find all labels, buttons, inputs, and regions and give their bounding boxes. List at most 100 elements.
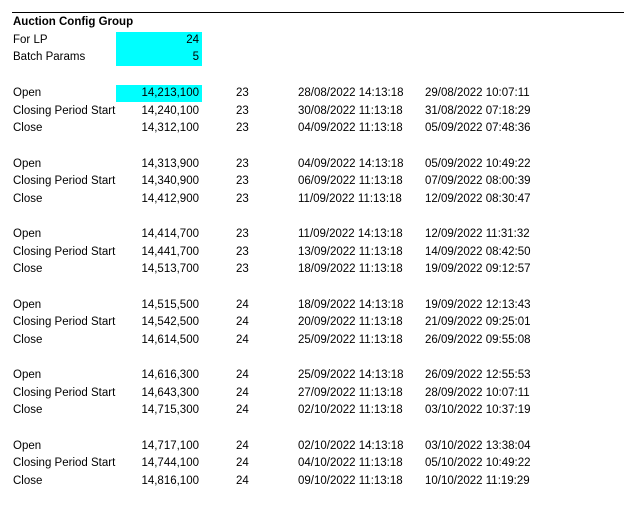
param-label-for-lp: For LP [13,34,48,46]
row-label-cell[interactable]: Open [13,438,41,455]
row-start-time-cell[interactable]: 09/10/2022 11:13:18 [298,473,403,490]
row-count-cell[interactable]: 24 [236,402,249,419]
row-label-cell[interactable]: Closing Period Start [13,244,115,261]
param-cell-batch-params[interactable]: 5 [116,49,202,66]
row-label-cell[interactable]: Close [13,402,42,419]
row-start-time-cell[interactable]: 25/09/2022 14:13:18 [298,367,404,384]
row-start-time-cell[interactable]: 02/10/2022 11:13:18 [298,402,403,419]
table-row: Open 14,717,100 24 02/10/2022 14:13:18 03/10… [0,438,640,455]
row-count-cell[interactable]: 24 [236,473,249,490]
row-count-cell[interactable]: 23 [236,226,249,243]
row-count-cell[interactable]: 24 [236,314,249,331]
row-label-cell[interactable]: Open [13,297,41,314]
row-label-cell[interactable]: Close [13,473,42,490]
row-start-time-cell[interactable]: 25/09/2022 11:13:18 [298,332,403,349]
row-count-cell[interactable]: 23 [236,103,249,120]
row-count-cell[interactable]: 23 [236,173,249,190]
row-label-cell[interactable]: Open [13,226,41,243]
row-end-time-cell[interactable]: 12/09/2022 08:30:47 [425,191,531,208]
row-value-cell[interactable]: 14,312,100 [116,120,202,137]
row-value-cell[interactable]: 14,744,100 [116,455,202,472]
row-label-cell[interactable]: Open [13,367,41,384]
row-end-time-cell[interactable]: 05/09/2022 07:48:36 [425,120,531,137]
table-row: Closing Period Start 14,441,700 23 13/09/20… [0,244,640,261]
row-label-cell[interactable]: Closing Period Start [13,314,115,331]
row-start-time-cell[interactable]: 30/08/2022 11:13:18 [298,103,403,120]
table-row: Closing Period Start 14,240,100 23 30/08/20… [0,103,640,120]
row-start-time-cell[interactable]: 06/09/2022 11:13:18 [298,173,403,190]
row-count-cell[interactable]: 24 [236,438,249,455]
row-count-cell[interactable]: 23 [236,156,249,173]
param-label-batch-params: Batch Params [13,51,86,63]
row-label-cell[interactable]: Closing Period Start [13,103,115,120]
row-end-time-cell[interactable]: 12/09/2022 11:31:32 [425,226,530,243]
row-end-time-cell[interactable]: 21/09/2022 09:25:01 [425,314,531,331]
row-count-cell[interactable]: 23 [236,120,249,137]
row-start-time-cell[interactable]: 13/09/2022 11:13:18 [298,244,403,261]
row-end-time-cell[interactable]: 07/09/2022 08:00:39 [425,173,531,190]
row-start-time-cell[interactable]: 28/08/2022 14:13:18 [298,85,404,102]
table-row: Close 14,312,100 23 04/09/2022 11:13:18 05/0… [0,120,640,137]
row-label-cell[interactable]: Close [13,191,42,208]
row-value-cell[interactable]: 14,816,100 [116,473,202,490]
row-value-cell[interactable]: 14,715,300 [116,402,202,419]
row-value-cell[interactable]: 14,412,900 [116,191,202,208]
row-end-time-cell[interactable]: 29/08/2022 10:07:11 [425,85,530,102]
row-end-time-cell[interactable]: 26/09/2022 12:55:53 [425,367,531,384]
row-value-cell[interactable]: 14,240,100 [116,103,202,120]
row-start-time-cell[interactable]: 11/09/2022 14:13:18 [298,226,403,243]
row-count-cell[interactable]: 24 [236,385,249,402]
top-border-line [12,12,624,13]
row-count-cell[interactable]: 24 [236,332,249,349]
row-label-cell[interactable]: Close [13,261,42,278]
row-value-cell[interactable]: 14,513,700 [116,261,202,278]
row-end-time-cell[interactable]: 05/10/2022 10:49:22 [425,455,531,472]
row-count-cell[interactable]: 23 [236,244,249,261]
row-end-time-cell[interactable]: 14/09/2022 08:42:50 [425,244,531,261]
row-end-time-cell[interactable]: 19/09/2022 09:12:57 [425,261,531,278]
row-end-time-cell[interactable]: 05/09/2022 10:49:22 [425,156,531,173]
row-value-cell[interactable]: 14,717,100 [116,438,202,455]
row-value-cell[interactable]: 14,313,900 [116,156,202,173]
row-value-cell[interactable]: 14,643,300 [116,385,202,402]
row-count-cell[interactable]: 24 [236,367,249,384]
row-start-time-cell[interactable]: 04/09/2022 11:13:18 [298,120,403,137]
row-start-time-cell[interactable]: 02/10/2022 14:13:18 [298,438,404,455]
row-start-time-cell[interactable]: 27/09/2022 11:13:18 [298,385,403,402]
row-value-cell[interactable]: 14,515,500 [116,297,202,314]
row-label-cell[interactable]: Open [13,85,41,102]
row-value-cell[interactable]: 14,542,500 [116,314,202,331]
row-label-cell[interactable]: Close [13,332,42,349]
row-count-cell[interactable]: 23 [236,191,249,208]
row-value-cell[interactable]: 14,213,100 [116,85,202,102]
param-cell-for-lp[interactable]: 24 [116,32,202,49]
row-label-cell[interactable]: Closing Period Start [13,385,115,402]
row-value-cell[interactable]: 14,616,300 [116,367,202,384]
row-start-time-cell[interactable]: 18/09/2022 14:13:18 [298,297,404,314]
row-start-time-cell[interactable]: 18/09/2022 11:13:18 [298,261,403,278]
row-count-cell[interactable]: 23 [236,261,249,278]
row-label-cell[interactable]: Close [13,120,42,137]
row-start-time-cell[interactable]: 04/09/2022 14:13:18 [298,156,404,173]
row-value-cell[interactable]: 14,414,700 [116,226,202,243]
row-end-time-cell[interactable]: 19/09/2022 12:13:43 [425,297,531,314]
row-count-cell[interactable]: 24 [236,297,249,314]
row-end-time-cell[interactable]: 10/10/2022 11:19:29 [425,473,530,490]
row-start-time-cell[interactable]: 20/09/2022 11:13:18 [298,314,403,331]
row-count-cell[interactable]: 23 [236,85,249,102]
row-start-time-cell[interactable]: 04/10/2022 11:13:18 [298,455,403,472]
table-row: Open 14,213,100 23 28/08/2022 14:13:18 29/08… [0,85,640,102]
row-start-time-cell[interactable]: 11/09/2022 11:13:18 [298,191,402,208]
row-value-cell[interactable]: 14,441,700 [116,244,202,261]
row-label-cell[interactable]: Closing Period Start [13,455,115,472]
row-label-cell[interactable]: Closing Period Start [13,173,115,190]
row-value-cell[interactable]: 14,340,900 [116,173,202,190]
row-end-time-cell[interactable]: 03/10/2022 10:37:19 [425,402,531,419]
row-count-cell[interactable]: 24 [236,455,249,472]
row-end-time-cell[interactable]: 26/09/2022 09:55:08 [425,332,531,349]
row-end-time-cell[interactable]: 03/10/2022 13:38:04 [425,438,531,455]
row-end-time-cell[interactable]: 28/09/2022 10:07:11 [425,385,530,402]
row-end-time-cell[interactable]: 31/08/2022 07:18:29 [425,103,531,120]
row-value-cell[interactable]: 14,614,500 [116,332,202,349]
row-label-cell[interactable]: Open [13,156,41,173]
